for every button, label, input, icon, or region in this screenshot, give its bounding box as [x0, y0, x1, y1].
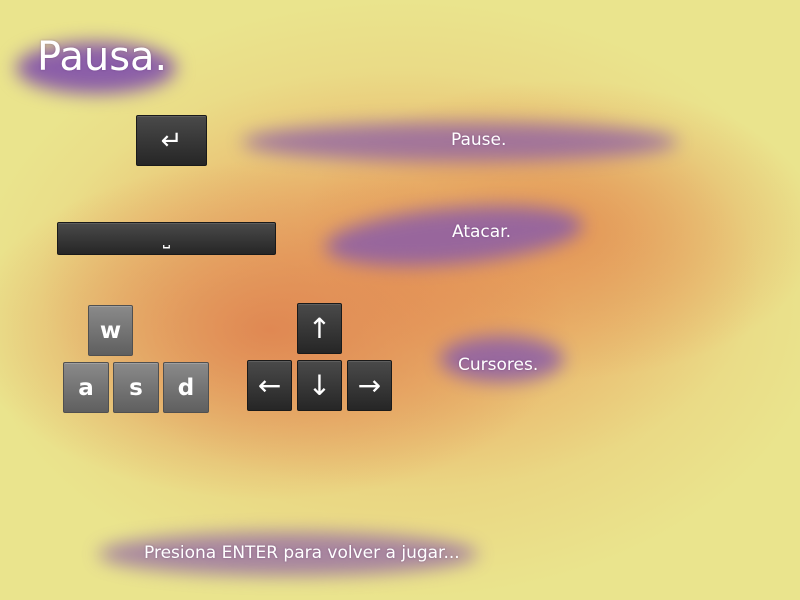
d-key: d — [163, 362, 209, 413]
down-key: ↓ — [297, 360, 342, 411]
attack-label: Atacar. — [452, 222, 512, 242]
enter-key-icon: ↵ — [160, 125, 183, 156]
arrow-up-icon: ↑ — [307, 312, 332, 345]
arrow-left-icon: ← — [257, 369, 282, 402]
cursors-label: Cursores. — [458, 355, 539, 375]
enter-key: ↵ — [136, 115, 207, 166]
w-key: w — [88, 305, 133, 356]
resume-instruction: Presiona ENTER para volver a jugar... — [144, 543, 460, 563]
pause-label: Pause. — [451, 130, 507, 150]
left-key: ← — [247, 360, 292, 411]
space-key: ⎵ — [57, 222, 276, 255]
space-key-icon: ⎵ — [162, 228, 171, 249]
arrow-right-icon: → — [357, 369, 382, 402]
up-key: ↑ — [297, 303, 342, 354]
arrow-down-icon: ↓ — [307, 369, 332, 402]
page-title: Pausa. — [37, 34, 168, 80]
a-key: a — [63, 362, 109, 413]
right-key: → — [347, 360, 392, 411]
s-key: s — [113, 362, 159, 413]
